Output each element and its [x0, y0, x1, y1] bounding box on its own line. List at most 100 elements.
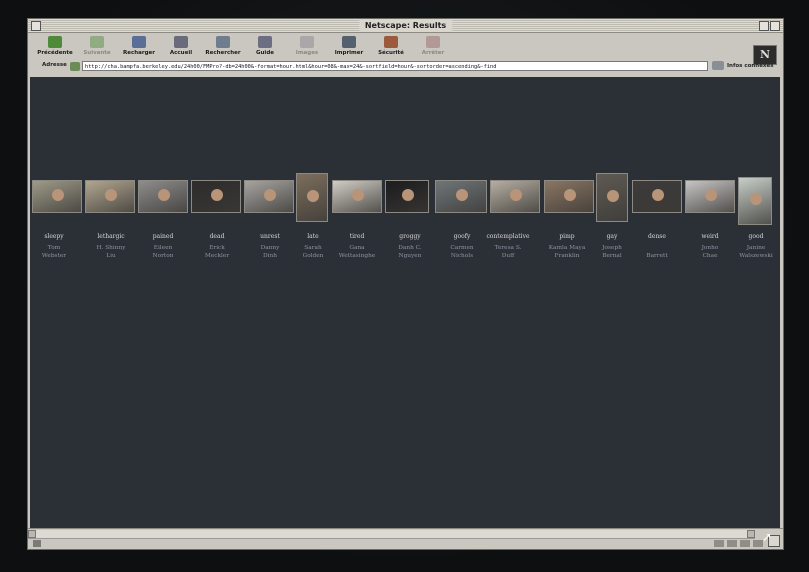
toolbar-button-1[interactable]: Suivante — [78, 34, 116, 60]
result-thumbnail[interactable] — [544, 180, 594, 213]
security-lock-icon[interactable] — [33, 540, 41, 547]
result-thumbnail[interactable] — [685, 180, 735, 213]
result-thumbnail[interactable] — [385, 180, 429, 213]
author-name[interactable]: Janine Walszewski — [725, 244, 780, 260]
author-name-line: Duff — [501, 253, 515, 259]
zoom-box[interactable] — [759, 21, 769, 31]
webcam-photo — [332, 180, 382, 213]
window-title: Netscape: Results — [358, 19, 453, 32]
author-name[interactable]: Teresa S. Duff — [477, 244, 539, 260]
webcam-photo — [544, 180, 594, 213]
webcam-photo — [685, 180, 735, 213]
horizontal-scrollbar[interactable] — [28, 530, 755, 539]
result-thumbnail[interactable] — [490, 180, 540, 213]
toolbar-button-4[interactable]: Rechercher — [204, 34, 242, 60]
person-figure — [510, 188, 522, 201]
person-figure — [211, 188, 223, 201]
toolbar-button-label: Accueil — [169, 50, 193, 56]
mood-label: pained — [152, 233, 174, 240]
scroll-left-arrow[interactable] — [28, 530, 36, 538]
result-thumbnail[interactable] — [632, 180, 682, 213]
toolbar-button-8[interactable]: Sécurité — [372, 34, 410, 60]
newsgroups-icon[interactable] — [740, 540, 750, 547]
navigator-icon[interactable] — [714, 540, 724, 547]
person-figure — [456, 188, 468, 201]
mood-label: lethargic — [97, 233, 125, 240]
toolbar-button-9[interactable]: Arrêter — [414, 34, 452, 60]
security-icon — [384, 36, 398, 48]
stop-icon — [426, 36, 440, 48]
webcam-photo — [385, 180, 429, 213]
close-box[interactable] — [31, 21, 41, 31]
webcam-photo — [244, 180, 294, 213]
toolbar-button-3[interactable]: Accueil — [162, 34, 200, 60]
forward-icon — [90, 36, 104, 48]
author-name[interactable]: Tom Webster — [30, 244, 85, 260]
result-thumbnail[interactable] — [738, 177, 772, 225]
mail-icon[interactable] — [727, 540, 737, 547]
toolbar-button-5[interactable]: Guide — [246, 34, 284, 60]
images-icon — [300, 36, 314, 48]
author-name-line: Janine — [746, 245, 766, 251]
result-thumbnail[interactable] — [191, 180, 241, 213]
component-bar — [714, 540, 763, 547]
page-proxy-icon[interactable] — [70, 62, 80, 71]
webcam-photo — [138, 180, 188, 213]
webcam-photo — [296, 173, 328, 222]
toolbar-button-label: Guide — [256, 50, 274, 56]
scroll-right-arrow[interactable] — [747, 530, 755, 538]
collapse-box[interactable] — [770, 21, 780, 31]
webcam-photo — [32, 180, 82, 213]
toolbar-button-label: Recharger — [123, 50, 155, 56]
toolbar-button-label: Suivante — [83, 50, 111, 56]
webcam-photo — [632, 180, 682, 213]
toolbar-button-label: Images — [295, 50, 319, 56]
person-figure — [105, 188, 117, 201]
toolbar-button-7[interactable]: Imprimer — [330, 34, 368, 60]
result-thumbnail[interactable] — [332, 180, 382, 213]
author-name-line: Walszewski — [739, 253, 773, 259]
url-field[interactable]: http://cha.bampfa.berkeley.edu/24h00/FMP… — [82, 61, 708, 71]
person-figure — [564, 188, 576, 201]
mood-label: groggy — [399, 233, 421, 240]
back-icon — [48, 36, 62, 48]
result-thumbnail[interactable] — [435, 180, 487, 213]
person-figure — [402, 188, 414, 201]
mood-label: dead — [209, 233, 225, 240]
related-icon — [712, 61, 724, 70]
mood-label: sleepy — [44, 233, 64, 240]
webcam-photo — [738, 177, 772, 225]
navigation-toolbar: Précédente Suivante Recharger Accueil Recher… — [36, 34, 743, 60]
webcam-photo — [596, 173, 628, 222]
toolbar-button-0[interactable]: Précédente — [36, 34, 74, 60]
result-thumbnail[interactable] — [138, 180, 188, 213]
result-thumbnail[interactable] — [596, 173, 628, 222]
mood-label: good — [748, 233, 764, 240]
person-figure — [607, 189, 619, 202]
person-figure — [52, 188, 64, 201]
mood-label: dense — [648, 233, 666, 240]
mood-label: tired — [349, 233, 365, 240]
toolbar-button-6[interactable]: Images — [288, 34, 326, 60]
webcam-photo — [435, 180, 487, 213]
person-figure — [352, 188, 364, 201]
author-name[interactable]: Eileen Norton — [132, 244, 194, 260]
toolbar-button-label: Arrêter — [421, 50, 445, 56]
result-thumbnail[interactable] — [296, 173, 328, 222]
title-bar[interactable]: Netscape: Results — [28, 19, 783, 33]
author-name-line: Teresa S. — [494, 245, 522, 251]
mood-label: contemplative — [486, 233, 530, 240]
result-thumbnail[interactable] — [244, 180, 294, 213]
search-icon — [216, 36, 230, 48]
related-label: Infos connexes — [727, 63, 774, 69]
webcam-photo — [191, 180, 241, 213]
toolbar-button-2[interactable]: Recharger — [120, 34, 158, 60]
toolbar-button-label: Rechercher — [205, 50, 241, 56]
webcam-photo — [490, 180, 540, 213]
result-thumbnail[interactable] — [85, 180, 135, 213]
related-button[interactable]: Infos connexes — [712, 61, 773, 70]
result-thumbnail[interactable] — [32, 180, 82, 213]
person-figure — [750, 193, 762, 205]
print-icon — [342, 36, 356, 48]
author-name-line: Tom — [47, 245, 61, 251]
